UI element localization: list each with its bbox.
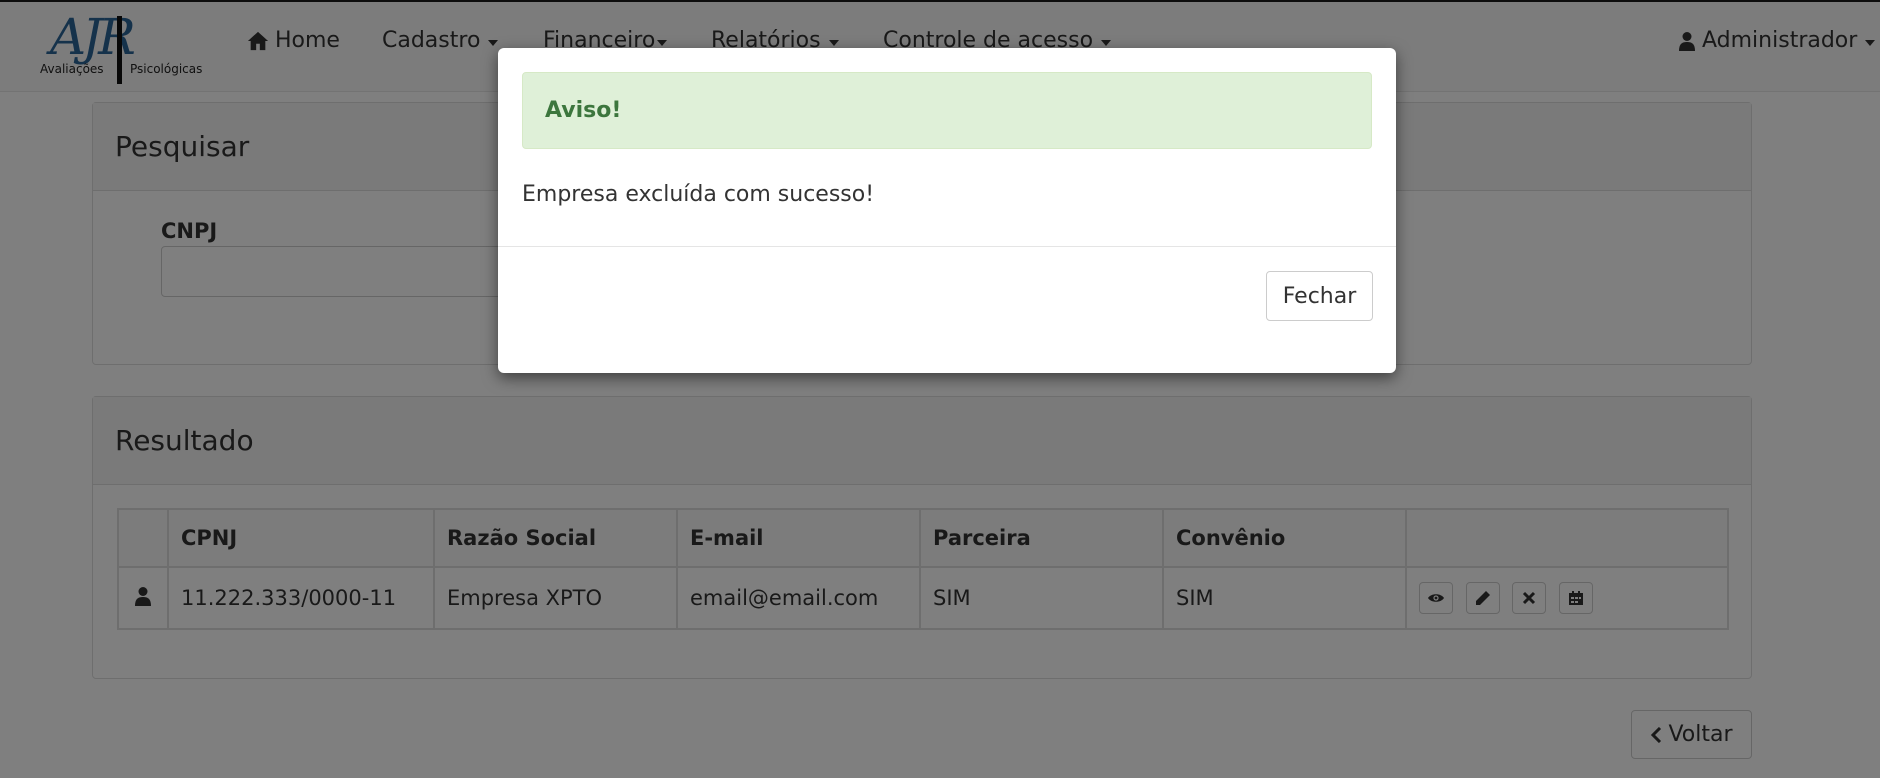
alert-success: Aviso!: [522, 72, 1372, 149]
notice-modal: Aviso! Empresa excluída com sucesso! Fec…: [498, 48, 1396, 373]
close-button[interactable]: Fechar: [1266, 271, 1373, 321]
alert-title: Aviso!: [545, 98, 622, 123]
modal-message: Empresa excluída com sucesso!: [522, 182, 875, 207]
modal-divider: [498, 246, 1396, 247]
